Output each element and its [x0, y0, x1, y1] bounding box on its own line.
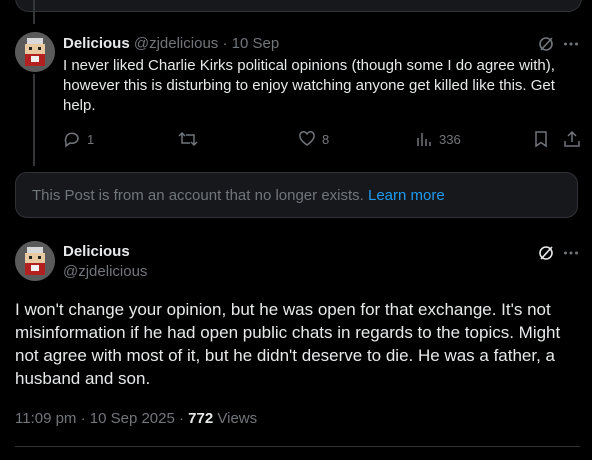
- avatar[interactable]: [15, 32, 55, 72]
- views-icon: [417, 133, 431, 146]
- display-name[interactable]: Delicious: [63, 35, 130, 52]
- post-date[interactable]: 10 Sep: [232, 35, 280, 52]
- views-button[interactable]: 336: [415, 130, 461, 148]
- reply-count: 1: [87, 131, 95, 147]
- views-count: 336: [439, 131, 461, 147]
- pixel-avatar-icon: [15, 32, 55, 72]
- post-meta: 11:09 pm · 10 Sep 2025 · 772 Views: [15, 410, 257, 427]
- like-icon: [299, 131, 315, 146]
- thread-line: [33, 74, 35, 166]
- divider: [15, 446, 580, 447]
- deleted-post-notice: This Post is from an account that no lon…: [15, 172, 578, 218]
- post-text: I won't change your opinion, but he was …: [15, 300, 561, 388]
- reply-button[interactable]: 1: [63, 130, 94, 148]
- pixel-avatar-icon: [15, 241, 55, 281]
- views-label: Views: [217, 410, 258, 427]
- previous-post-card[interactable]: [15, 0, 582, 12]
- more-icon[interactable]: [563, 245, 579, 261]
- separator: ·: [222, 35, 228, 52]
- display-name[interactable]: Delicious: [63, 243, 130, 260]
- handle[interactable]: @zjdelicious: [63, 263, 147, 280]
- bookmark-icon: [535, 131, 547, 148]
- handle[interactable]: @zjdelicious: [134, 35, 218, 52]
- reply-text: I never liked Charlie Kirks political op…: [63, 57, 555, 114]
- bookmark-button[interactable]: [533, 130, 549, 148]
- post-timestamp[interactable]: 11:09 pm · 10 Sep 2025 ·: [15, 410, 184, 427]
- reply-header: Delicious @zjdelicious · 10 Sep: [63, 35, 279, 52]
- like-button[interactable]: 8: [298, 130, 329, 148]
- avatar[interactable]: [15, 241, 55, 281]
- more-icon[interactable]: [563, 36, 579, 52]
- share-icon: [564, 130, 580, 147]
- share-button[interactable]: [563, 130, 581, 148]
- notice-text: This Post is from an account that no lon…: [32, 187, 364, 204]
- grok-icon[interactable]: [538, 245, 554, 261]
- retweet-icon: [178, 131, 198, 147]
- retweet-button[interactable]: [178, 130, 198, 148]
- views-count: 772: [188, 410, 214, 427]
- learn-more-link[interactable]: Learn more: [368, 187, 445, 204]
- grok-icon[interactable]: [538, 36, 554, 52]
- like-count: 8: [322, 131, 330, 147]
- reply-icon: [64, 132, 79, 148]
- thread-line: [33, 0, 35, 24]
